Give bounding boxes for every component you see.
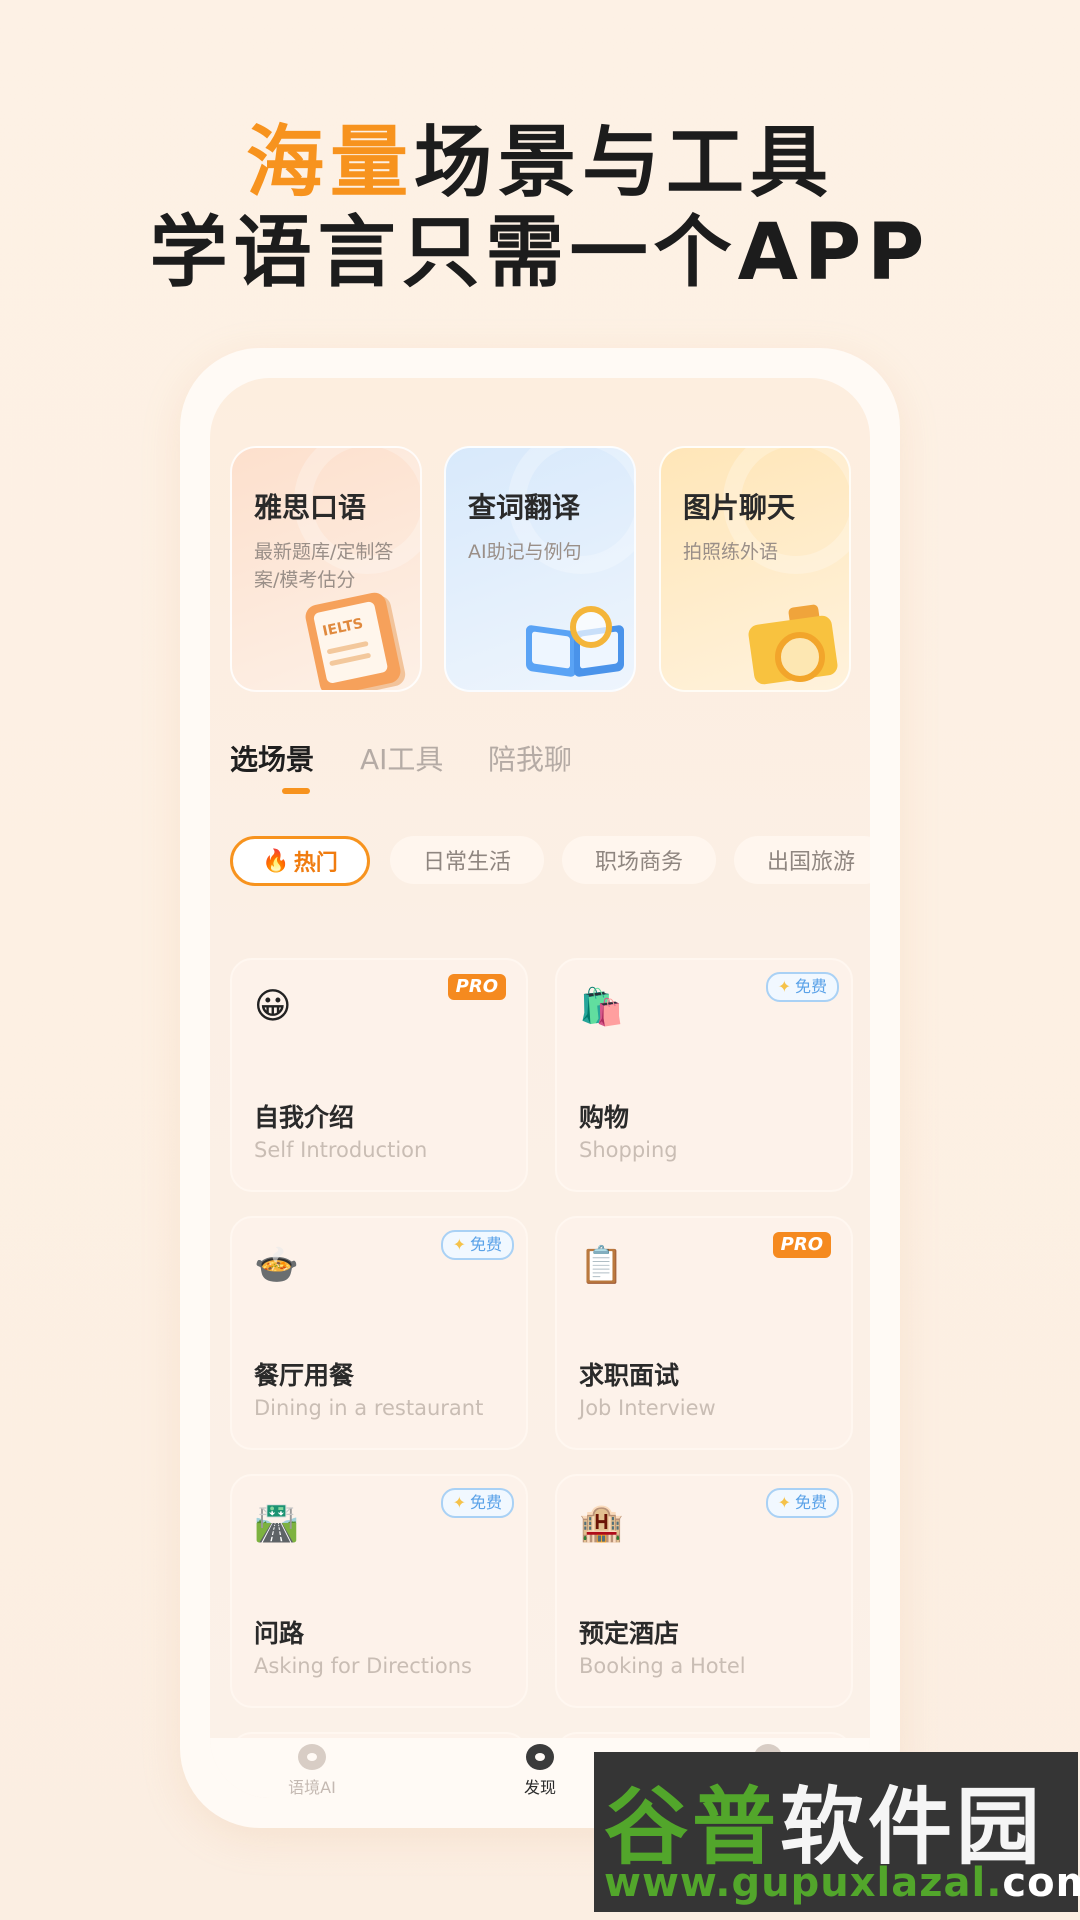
chip-hot[interactable]: 🔥 热门 bbox=[230, 836, 370, 886]
nav-label: 发现 bbox=[523, 1778, 556, 1797]
watermark-url: www.gupuxlazal.com bbox=[604, 1860, 1080, 1906]
nav-item-context-ai[interactable]: 语境AI bbox=[252, 1738, 372, 1798]
scene-title: 求职面试 bbox=[579, 1361, 680, 1390]
road-icon: 🛣️ bbox=[254, 1503, 299, 1544]
sparkle-icon: ✦ bbox=[452, 1493, 466, 1512]
feature-card-ielts[interactable]: 雅思口语 最新题库/定制答案/模考估分 IELTS bbox=[230, 446, 422, 692]
free-badge: ✦ 免费 bbox=[765, 972, 839, 1002]
sparkle-icon: ✦ bbox=[777, 1493, 791, 1512]
open-book-magnifier-icon bbox=[526, 606, 626, 678]
feature-title: 雅思口语 bbox=[254, 491, 367, 524]
chat-bubble-icon bbox=[298, 1744, 326, 1770]
feature-card-dictionary[interactable]: 查词翻译 AI助记与例句 bbox=[444, 446, 636, 692]
phone-frame: 雅思口语 最新题库/定制答案/模考估分 IELTS 查词翻译 AI助记与例句 图… bbox=[180, 348, 900, 1828]
tab-chat-with-me[interactable]: 陪我聊 bbox=[488, 738, 572, 778]
free-badge-label: 免费 bbox=[794, 977, 827, 996]
scene-subtitle: Asking for Directions bbox=[254, 1654, 472, 1678]
scene-card-job-interview[interactable]: 📋 PRO 求职面试 Job Interview bbox=[555, 1216, 853, 1450]
ielts-book-icon: IELTS bbox=[303, 590, 403, 690]
watermark-url-part-2: com bbox=[1002, 1860, 1080, 1906]
scene-card-hotel-booking[interactable]: 🏨 ✦ 免费 预定酒店 Booking a Hotel bbox=[555, 1474, 853, 1708]
scene-title: 餐厅用餐 bbox=[254, 1361, 355, 1390]
scene-subtitle: Self Introduction bbox=[254, 1138, 428, 1162]
pro-badge: PRO bbox=[447, 974, 506, 1000]
feature-title: 查词翻译 bbox=[468, 491, 581, 524]
free-badge: ✦ 免费 bbox=[440, 1230, 514, 1260]
feature-card-photo-chat[interactable]: 图片聊天 拍照练外语 bbox=[659, 446, 851, 692]
scene-card-shopping[interactable]: 🛍️ ✦ 免费 购物 Shopping bbox=[555, 958, 853, 1192]
free-badge-label: 免费 bbox=[469, 1493, 502, 1512]
shopping-bags-icon: 🛍️ bbox=[579, 987, 624, 1028]
scene-title: 购物 bbox=[579, 1103, 630, 1132]
scene-title: 问路 bbox=[254, 1619, 305, 1648]
feature-title: 图片聊天 bbox=[683, 491, 796, 524]
scene-card-self-introduction[interactable]: 😀 PRO 自我介绍 Self Introduction bbox=[230, 958, 528, 1192]
camera-icon bbox=[747, 604, 841, 686]
free-badge-label: 免费 bbox=[794, 1493, 827, 1512]
scene-card-directions[interactable]: 🛣️ ✦ 免费 问路 Asking for Directions bbox=[230, 1474, 528, 1708]
chip-daily-life[interactable]: 日常生活 bbox=[390, 836, 544, 884]
free-badge-label: 免费 bbox=[469, 1235, 502, 1254]
flame-icon: 🔥 bbox=[262, 848, 290, 874]
scene-card-dining[interactable]: 🍲 ✦ 免费 餐厅用餐 Dining in a restaurant bbox=[230, 1216, 528, 1450]
filter-chips: 🔥 热门 日常生活 职场商务 出国旅游 bbox=[230, 836, 870, 890]
food-bowl-icon: 🍲 bbox=[254, 1245, 299, 1286]
watermark-url-part-1: www.gupuxlazal. bbox=[604, 1860, 1003, 1906]
clipboard-icon: 📋 bbox=[579, 1245, 624, 1286]
chip-label: 热门 bbox=[293, 851, 338, 876]
sparkle-icon: ✦ bbox=[452, 1235, 466, 1254]
scene-title: 预定酒店 bbox=[579, 1619, 680, 1648]
free-badge: ✦ 免费 bbox=[765, 1488, 839, 1518]
tab-active-indicator bbox=[282, 788, 310, 794]
grinning-face-icon: 😀 bbox=[254, 986, 292, 1027]
sparkle-icon: ✦ bbox=[777, 977, 791, 996]
tab-scenes[interactable]: 选场景 bbox=[230, 738, 314, 778]
scene-title: 自我介绍 bbox=[254, 1103, 355, 1132]
feature-subtitle: 拍照练外语 bbox=[683, 541, 779, 563]
free-badge: ✦ 免费 bbox=[440, 1488, 514, 1518]
tab-ai-tools[interactable]: AI工具 bbox=[360, 738, 443, 778]
scene-subtitle: Booking a Hotel bbox=[579, 1654, 746, 1678]
headline-line-2: 学语言只需一个APP bbox=[149, 208, 931, 298]
feature-subtitle: 最新题库/定制答案/模考估分 bbox=[254, 541, 394, 591]
chip-workplace[interactable]: 职场商务 bbox=[562, 836, 716, 884]
site-watermark: 谷普软件园 www.gupuxlazal.com bbox=[594, 1752, 1080, 1912]
eye-icon bbox=[526, 1744, 554, 1770]
pro-badge: PRO bbox=[772, 1232, 831, 1258]
hotel-icon: 🏨 bbox=[579, 1503, 624, 1544]
scene-subtitle: Shopping bbox=[579, 1138, 678, 1162]
nav-label: 语境AI bbox=[288, 1778, 336, 1797]
feature-subtitle: AI助记与例句 bbox=[468, 541, 582, 563]
scene-subtitle: Job Interview bbox=[579, 1396, 716, 1420]
scene-subtitle: Dining in a restaurant bbox=[254, 1396, 484, 1420]
nav-item-discover[interactable]: 发现 bbox=[480, 1738, 600, 1798]
chip-travel[interactable]: 出国旅游 bbox=[734, 836, 870, 884]
app-screen: 雅思口语 最新题库/定制答案/模考估分 IELTS 查词翻译 AI助记与例句 图… bbox=[210, 378, 870, 1798]
